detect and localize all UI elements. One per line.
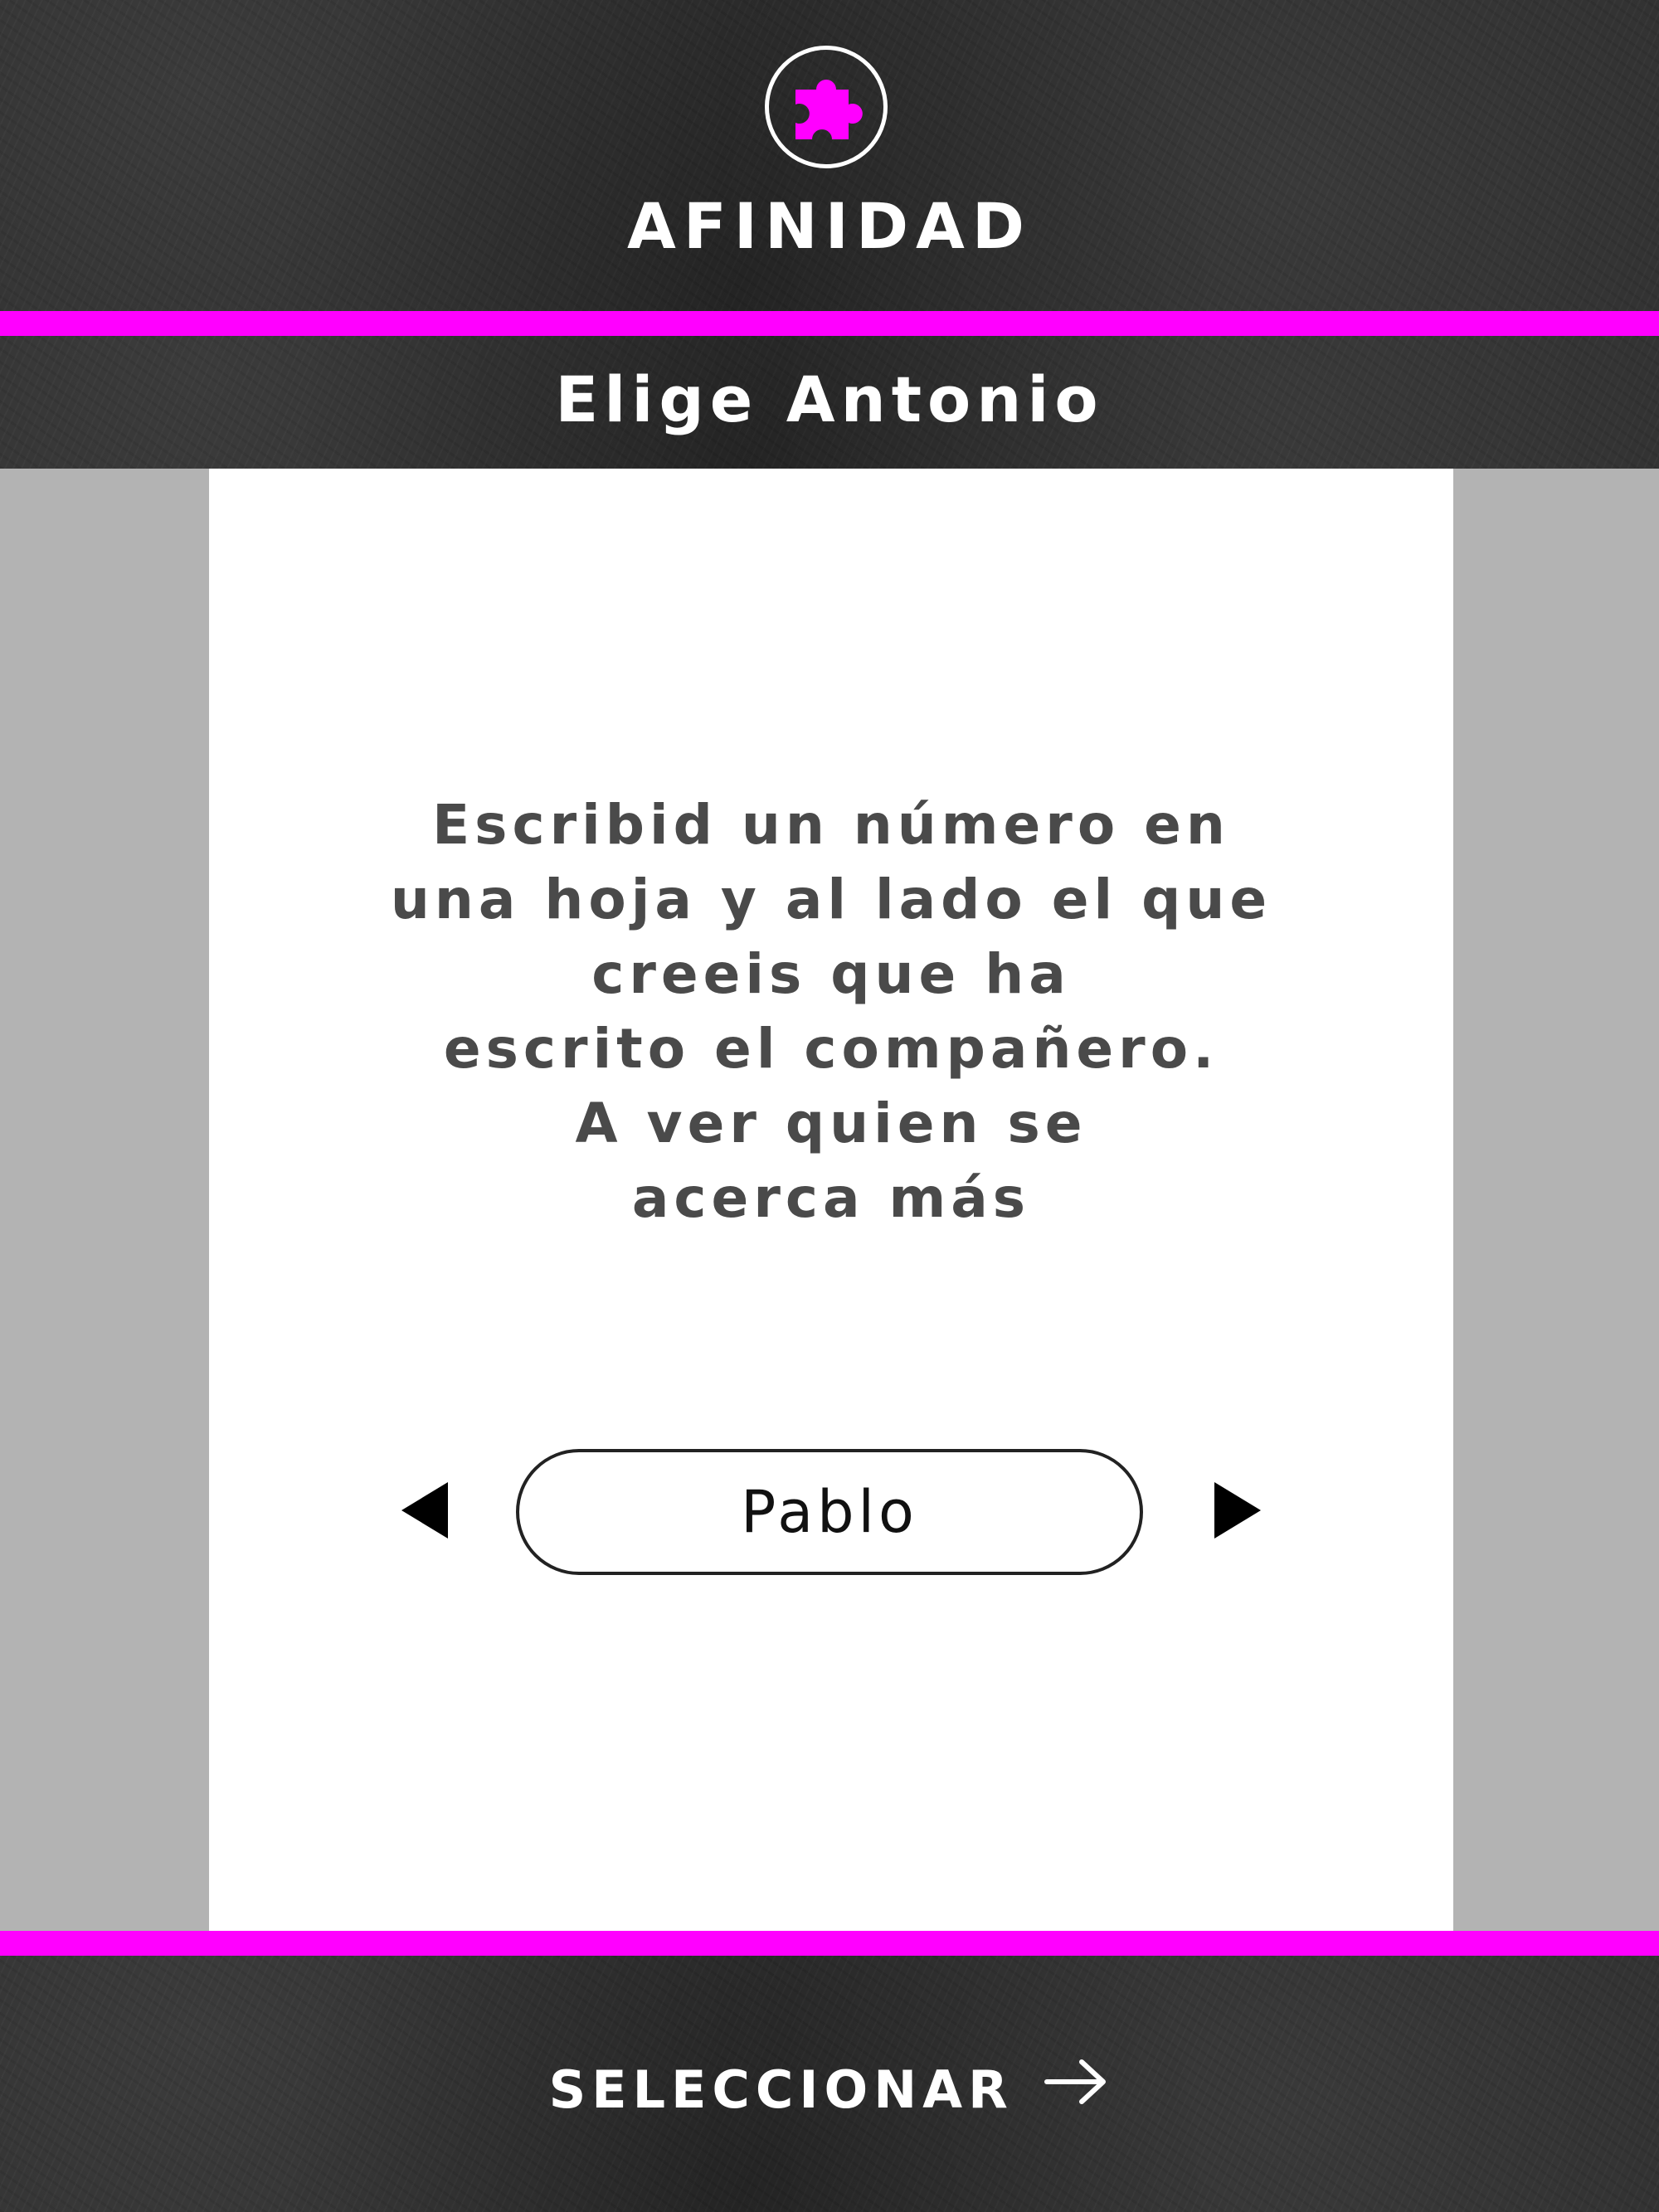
logo-badge <box>765 46 888 168</box>
puzzle-piece-icon <box>795 80 863 139</box>
header: AFINIDAD <box>0 0 1659 311</box>
select-button[interactable]: SELECCIONAR <box>539 2049 1120 2132</box>
subtitle-band: Elige Antonio <box>0 336 1659 469</box>
turn-subtitle: Elige Antonio <box>555 362 1104 436</box>
footer: SELECCIONAR <box>0 1956 1659 2212</box>
accent-divider-bottom <box>0 1931 1659 1956</box>
accent-divider-top <box>0 311 1659 336</box>
app-title: AFINIDAD <box>627 189 1032 263</box>
select-button-label: SELECCIONAR <box>548 2059 1014 2120</box>
question-card: Escribid un número en una hoja y al lado… <box>209 469 1453 1931</box>
triangle-right-icon[interactable] <box>1214 1482 1261 1539</box>
player-selector[interactable]: Pablo <box>516 1449 1143 1575</box>
question-prompt: Escribid un número en una hoja y al lado… <box>390 793 1272 1230</box>
arrow-right-icon <box>1044 2048 1110 2131</box>
triangle-left-icon[interactable] <box>401 1482 448 1539</box>
